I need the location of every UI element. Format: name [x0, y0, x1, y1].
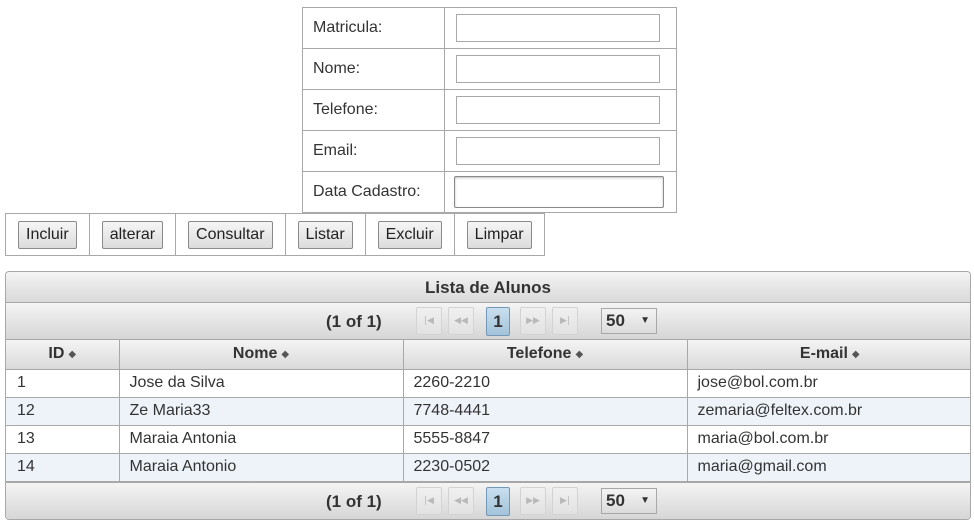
cell-telefone: 2230-0502 [403, 453, 688, 482]
form-row-telefone: Telefone: [302, 89, 677, 131]
rows-per-page-select[interactable]: 50 ▼ [601, 308, 657, 334]
email-input[interactable] [456, 137, 660, 165]
cell-id: 1 [6, 369, 120, 398]
nome-input[interactable] [456, 55, 660, 83]
sort-icon: ◆ [851, 349, 860, 361]
rows-per-page-value: 50 [606, 311, 625, 330]
matricula-label: Matricula: [302, 7, 445, 49]
students-table: ID ◆ Nome ◆ Telefone ◆ E-mail ◆ 1 Jose da Si… [6, 340, 970, 482]
excluir-button[interactable]: Excluir [377, 220, 442, 249]
cell-id: 13 [6, 425, 120, 454]
cell-nome: Jose da Silva [119, 369, 404, 398]
column-header-email[interactable]: E-mail ◆ [687, 340, 970, 370]
prev-page-icon[interactable]: ◀◀ [448, 486, 474, 515]
cell-telefone: 5555-8847 [403, 425, 688, 454]
email-label: Email: [302, 130, 445, 172]
table-row[interactable]: 13 Maraia Antonia 5555-8847 maria@bol.co… [6, 425, 970, 454]
page-report: (1 of 1) [326, 312, 382, 331]
table-row[interactable]: 1 Jose da Silva 2260-2210 jose@bol.com.b… [6, 369, 970, 398]
telefone-input[interactable] [456, 96, 660, 124]
matricula-input[interactable] [456, 14, 660, 42]
prev-page-icon[interactable]: ◀◀ [448, 307, 474, 335]
datatable-title: Lista de Alunos [6, 272, 970, 303]
form-row-nome: Nome: [302, 48, 677, 90]
cell-nome: Maraia Antonio [119, 453, 404, 482]
telefone-label: Telefone: [302, 89, 445, 131]
page-number-button[interactable]: 1 [486, 307, 510, 336]
cell-email: maria@bol.com.br [687, 425, 970, 454]
incluir-button[interactable]: Incluir [18, 220, 77, 249]
cell-telefone: 7748-4441 [403, 397, 688, 426]
sort-icon: ◆ [281, 349, 290, 361]
cell-email: jose@bol.com.br [687, 369, 970, 398]
bottom-paginator: (1 of 1) |◀ ◀◀ 1 ▶▶ ▶| 50 ▼ [6, 481, 970, 519]
nome-label: Nome: [302, 48, 445, 90]
cell-telefone: 2260-2210 [403, 369, 688, 398]
cell-id: 12 [6, 397, 120, 426]
students-datatable: Lista de Alunos (1 of 1) |◀ ◀◀ 1 ▶▶ ▶| 5… [5, 271, 971, 520]
action-buttons-bar: Incluir alterar Consultar Listar Excluir… [5, 213, 545, 256]
table-row[interactable]: 14 Maraia Antonio 2230-0502 maria@gmail.… [6, 453, 970, 482]
rows-per-page-select[interactable]: 50 ▼ [601, 487, 657, 514]
page-number-button[interactable]: 1 [486, 486, 510, 516]
listar-button[interactable]: Listar [297, 220, 353, 249]
next-page-icon[interactable]: ▶▶ [520, 307, 546, 335]
last-page-icon[interactable]: ▶| [552, 307, 578, 335]
dropdown-arrow-icon: ▼ [640, 494, 650, 506]
consultar-button[interactable]: Consultar [188, 220, 273, 249]
alterar-button[interactable]: alterar [101, 220, 164, 249]
column-header-nome[interactable]: Nome ◆ [119, 340, 404, 370]
rows-per-page-value: 50 [606, 490, 625, 510]
sort-icon: ◆ [68, 349, 77, 361]
sort-icon: ◆ [575, 349, 584, 361]
top-paginator: (1 of 1) |◀ ◀◀ 1 ▶▶ ▶| 50 ▼ [6, 303, 970, 340]
form-row-email: Email: [302, 130, 677, 172]
cell-nome: Ze Maria33 [119, 397, 404, 426]
data-cadastro-input[interactable] [454, 176, 664, 208]
next-page-icon[interactable]: ▶▶ [520, 486, 546, 515]
cell-email: maria@gmail.com [687, 453, 970, 482]
first-page-icon[interactable]: |◀ [416, 486, 442, 515]
last-page-icon[interactable]: ▶| [552, 486, 578, 515]
limpar-button[interactable]: Limpar [466, 220, 532, 249]
cell-email: zemaria@feltex.com.br [687, 397, 970, 426]
column-header-id[interactable]: ID ◆ [6, 340, 120, 370]
student-form: Matricula: Nome: Telefone: Email: Data C… [302, 7, 677, 213]
form-row-data-cadastro: Data Cadastro: [302, 171, 677, 213]
first-page-icon[interactable]: |◀ [416, 307, 442, 335]
page-report: (1 of 1) [326, 491, 382, 511]
table-row[interactable]: 12 Ze Maria33 7748-4441 zemaria@feltex.c… [6, 397, 970, 426]
cell-nome: Maraia Antonia [119, 425, 404, 454]
data-cadastro-label: Data Cadastro: [302, 171, 445, 213]
column-header-telefone[interactable]: Telefone ◆ [403, 340, 688, 370]
cell-id: 14 [6, 453, 120, 482]
dropdown-arrow-icon: ▼ [640, 315, 650, 326]
form-row-matricula: Matricula: [302, 7, 677, 49]
